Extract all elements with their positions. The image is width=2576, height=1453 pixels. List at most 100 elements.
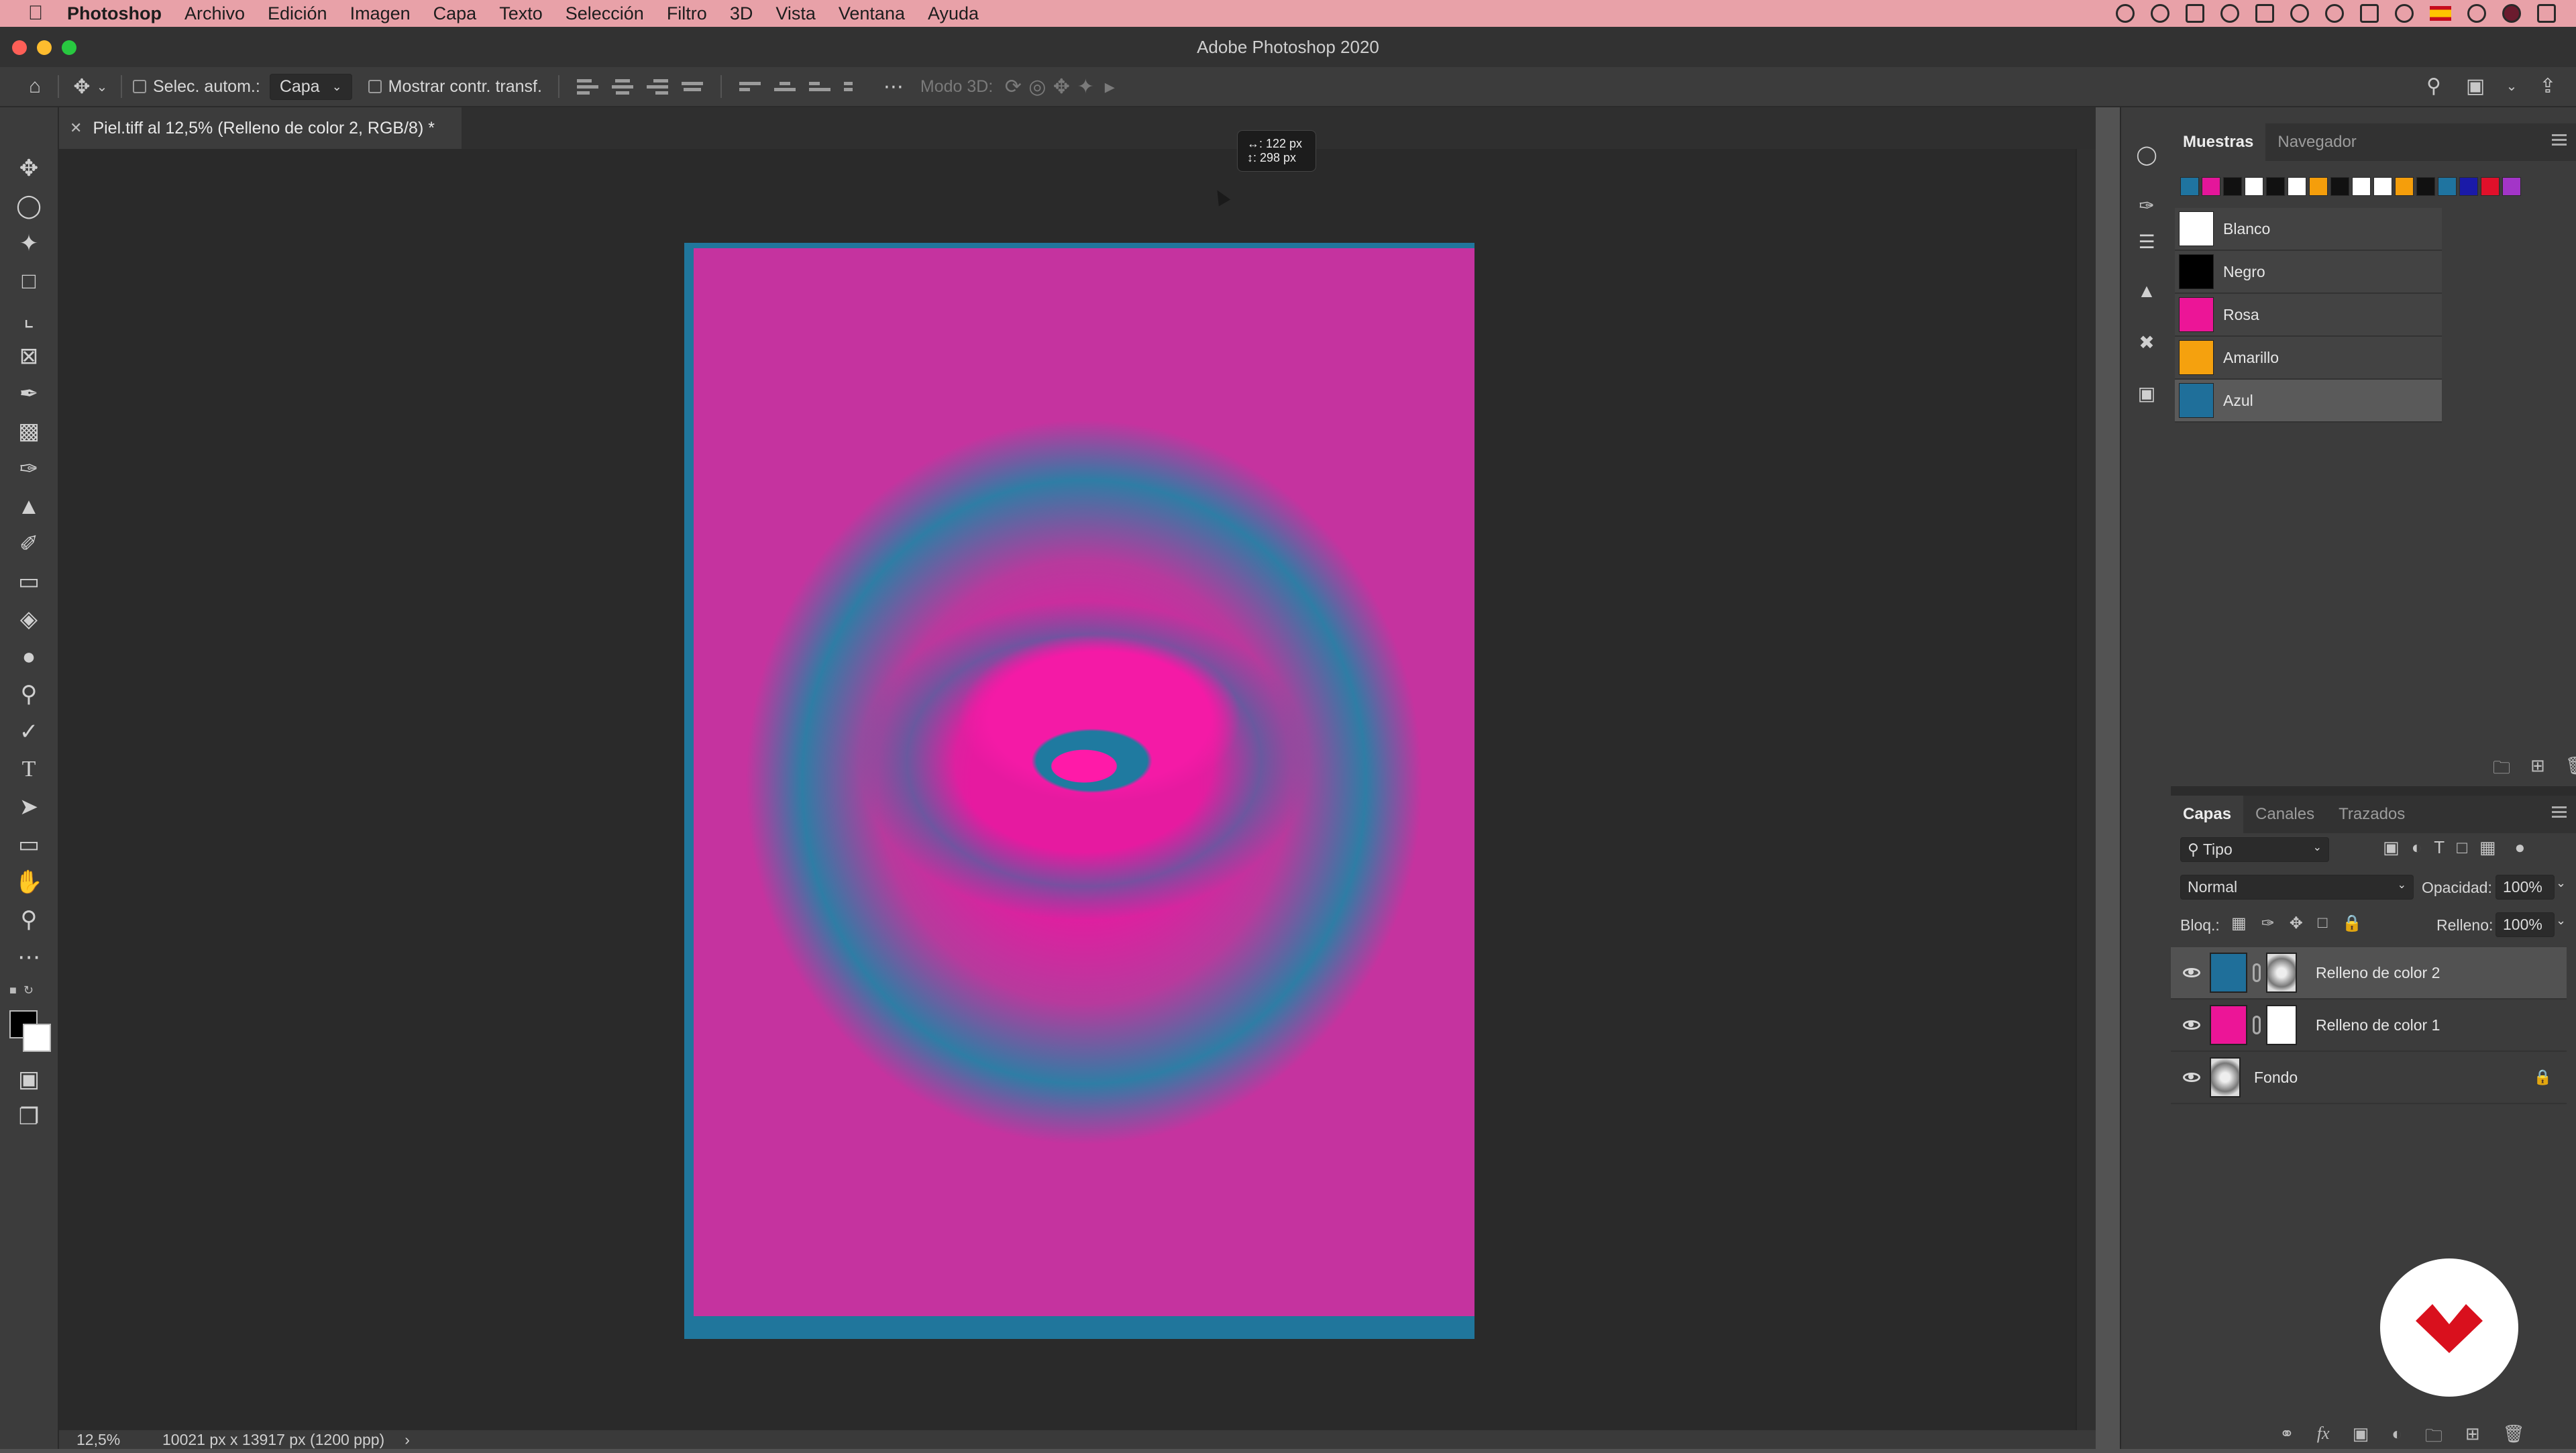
healing-brush-tool-icon[interactable]: ▩ xyxy=(15,417,43,445)
move-tool-icon[interactable]: ✥ xyxy=(15,154,43,182)
object-select-tool-icon[interactable]: □ xyxy=(15,267,43,295)
zoom-tool-icon[interactable]: ⚲ xyxy=(15,906,43,934)
eyedropper-tool-icon[interactable]: ✒ xyxy=(15,380,43,408)
zoom-window-button[interactable] xyxy=(62,40,76,55)
recent-swatch[interactable] xyxy=(2502,177,2521,196)
home-icon[interactable]: ⌂ xyxy=(23,74,47,99)
swatch-item-blanco[interactable]: Blanco xyxy=(2175,208,2442,251)
visibility-eye-icon[interactable] xyxy=(2183,1073,2200,1082)
menu-vista[interactable]: Vista xyxy=(775,3,816,24)
layer-row-fondo[interactable]: Fondo 🔒 xyxy=(2171,1052,2567,1104)
menu-texto[interactable]: Texto xyxy=(499,3,543,24)
roll-3d-icon[interactable]: ◎ xyxy=(1025,74,1049,99)
hand-tool-icon[interactable]: ✋ xyxy=(15,868,43,896)
type-tool-icon[interactable]: T xyxy=(15,755,43,784)
delete-swatch-icon[interactable]: 🗑 xyxy=(2565,755,2576,785)
recent-swatch[interactable] xyxy=(2459,177,2478,196)
screen-icon[interactable] xyxy=(2186,4,2204,23)
panel-menu-icon[interactable] xyxy=(2552,134,2567,146)
image-filter-icon[interactable]: ▣ xyxy=(2383,837,2400,858)
menu-archivo[interactable]: Archivo xyxy=(184,3,245,24)
tab-capas[interactable]: Capas xyxy=(2171,796,2244,833)
target-icon[interactable] xyxy=(2151,4,2169,23)
tab-canales[interactable]: Canales xyxy=(2243,796,2326,833)
swatch-item-amarillo[interactable]: Amarillo xyxy=(2175,337,2442,380)
recent-swatch[interactable] xyxy=(2416,177,2435,196)
close-icon[interactable]: ✕ xyxy=(70,119,82,137)
recent-swatch[interactable] xyxy=(2373,177,2392,196)
rectangle-tool-icon[interactable]: ▭ xyxy=(15,830,43,859)
brush-settings-icon[interactable]: ✑ xyxy=(2135,193,2159,217)
type-filter-icon[interactable]: T xyxy=(2434,837,2445,858)
layer-style-fx-icon[interactable]: fx xyxy=(2317,1423,2330,1453)
workspace-icon[interactable]: ▣ xyxy=(2463,74,2487,98)
lock-position-icon[interactable]: ✥ xyxy=(2290,914,2303,933)
move-tool-icon[interactable]: ✥ xyxy=(70,74,94,99)
apple-icon[interactable]:  xyxy=(24,2,47,25)
new-swatch-icon[interactable]: ⊞ xyxy=(2530,755,2545,785)
dodge-tool-icon[interactable]: ⚲ xyxy=(15,680,43,708)
frame-tool-icon[interactable]: ⊠ xyxy=(15,342,43,370)
menu-ventana[interactable]: Ventana xyxy=(839,3,905,24)
bluetooth-icon[interactable] xyxy=(2290,4,2309,23)
recent-swatch[interactable] xyxy=(2245,177,2263,196)
menu-capa[interactable]: Capa xyxy=(433,3,477,24)
blend-mode-dropdown[interactable]: Normal ⌄ xyxy=(2180,875,2414,900)
add-mask-icon[interactable]: ▣ xyxy=(2353,1423,2369,1453)
visibility-eye-icon[interactable] xyxy=(2183,968,2200,977)
opacity-input[interactable]: 100% xyxy=(2496,875,2555,900)
more-tools-icon[interactable]: ⋯ xyxy=(15,943,43,971)
layer-mask-thumbnail[interactable] xyxy=(2266,1005,2297,1045)
panel-menu-icon[interactable] xyxy=(2552,806,2567,818)
blur-tool-icon[interactable]: ● xyxy=(15,643,43,671)
minimize-window-button[interactable] xyxy=(37,40,52,55)
zoom-level[interactable]: 12,5% xyxy=(76,1431,144,1449)
align-left-icon[interactable] xyxy=(576,76,598,97)
recent-swatch[interactable] xyxy=(2330,177,2349,196)
drag-3d-icon[interactable]: ✥ xyxy=(1049,74,1073,99)
fill-input[interactable]: 100% xyxy=(2496,912,2555,937)
canvas-area[interactable] xyxy=(59,149,2096,1430)
menu-edicion[interactable]: Edición xyxy=(268,3,327,24)
layer-row-relleno-2[interactable]: Relleno de color 2 xyxy=(2171,947,2567,1000)
align-middle-icon[interactable] xyxy=(773,76,796,97)
distribute-vertical-icon[interactable] xyxy=(843,76,865,97)
screen-mode-icon[interactable]: ❐ xyxy=(15,1103,43,1131)
smart-object-filter-icon[interactable]: ▦ xyxy=(2479,837,2496,858)
video-3d-icon[interactable]: ▸ xyxy=(1097,74,1122,99)
history-brush-tool-icon[interactable]: ✐ xyxy=(15,530,43,558)
eraser-tool-icon[interactable]: ▭ xyxy=(15,568,43,596)
more-options-icon[interactable]: ⋯ xyxy=(881,74,906,99)
creative-cloud-icon[interactable] xyxy=(2116,4,2135,23)
volume-icon[interactable] xyxy=(2395,4,2414,23)
recent-swatch[interactable] xyxy=(2309,177,2328,196)
status-more-button[interactable]: › xyxy=(405,1431,410,1449)
user-avatar-icon[interactable] xyxy=(2502,4,2521,23)
auto-select-dropdown[interactable]: Capa ⌄ xyxy=(269,73,352,100)
lasso-tool-icon[interactable]: ✦ xyxy=(15,229,43,258)
swatch-item-rosa[interactable]: Rosa xyxy=(2175,294,2442,337)
document-tab[interactable]: ✕ Piel.tiff al 12,5% (Relleno de color 2… xyxy=(59,107,462,149)
layer-mask-thumbnail[interactable] xyxy=(2266,953,2297,993)
chevron-down-icon[interactable]: ⌄ xyxy=(2505,74,2518,98)
swatch-item-azul[interactable]: Azul xyxy=(2175,380,2442,423)
crop-tool-icon[interactable]: ⌞ xyxy=(15,305,43,333)
shield-icon[interactable] xyxy=(2255,4,2274,23)
background-color-swatch[interactable] xyxy=(23,1024,51,1052)
visibility-eye-icon[interactable] xyxy=(2183,1020,2200,1030)
link-chain-icon[interactable] xyxy=(2253,963,2261,982)
menu-3d[interactable]: 3D xyxy=(730,3,753,24)
share-icon[interactable]: ⇪ xyxy=(2536,74,2560,98)
chevron-down-icon[interactable]: ⌄ xyxy=(94,74,110,99)
chevron-down-icon[interactable]: ⌄ xyxy=(2556,914,2566,928)
link-chain-icon[interactable] xyxy=(2253,1016,2261,1034)
align-right-icon[interactable] xyxy=(646,76,668,97)
layer-row-relleno-1[interactable]: Relleno de color 1 xyxy=(2171,1000,2567,1052)
lock-transparent-icon[interactable]: ▦ xyxy=(2231,914,2247,933)
menu-photoshop[interactable]: Photoshop xyxy=(67,3,162,24)
record-icon[interactable] xyxy=(2220,4,2239,23)
recent-swatch[interactable] xyxy=(2202,177,2220,196)
document-canvas[interactable] xyxy=(684,243,1474,1339)
recent-swatch[interactable] xyxy=(2288,177,2306,196)
paint-bucket-tool-icon[interactable]: ◈ xyxy=(15,605,43,633)
